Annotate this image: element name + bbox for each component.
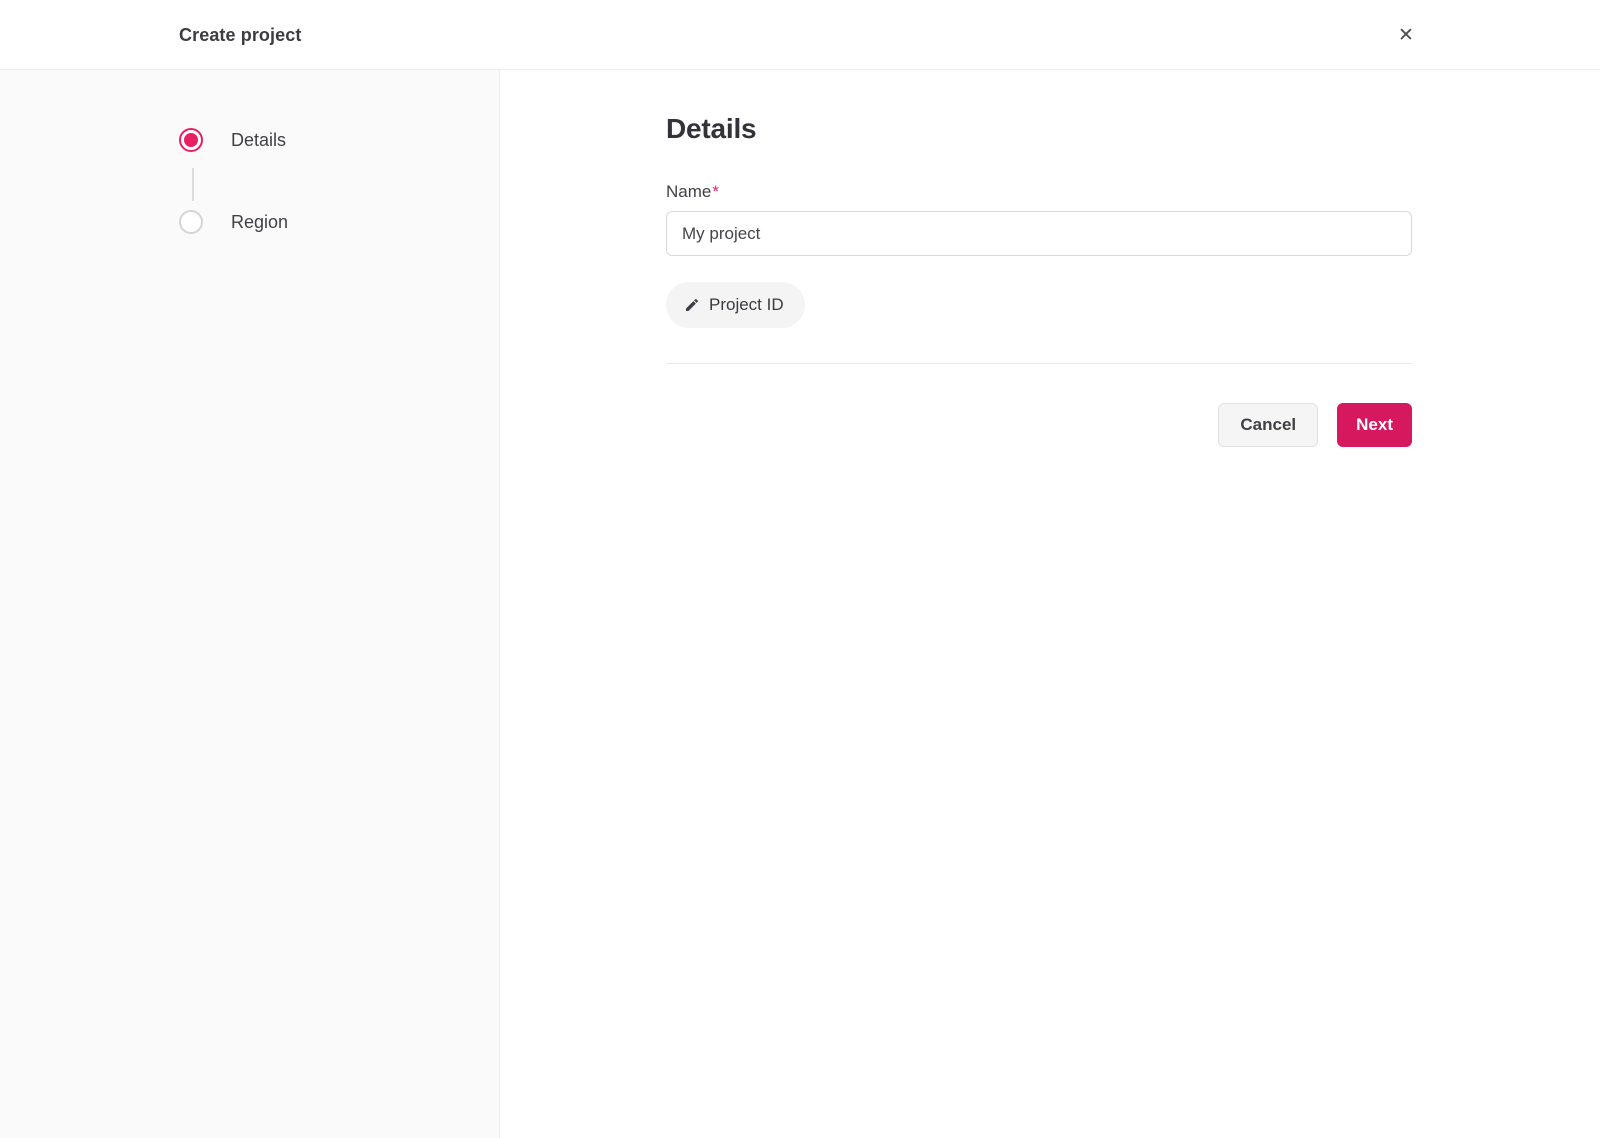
stepper-step-details[interactable]: Details	[179, 128, 286, 152]
name-label: Name*	[666, 182, 719, 202]
close-button[interactable]: ✕	[1387, 16, 1425, 54]
section-heading: Details	[666, 113, 757, 144]
step-label-region: Region	[231, 211, 289, 232]
name-input[interactable]	[666, 211, 1412, 256]
step-label-details: Details	[231, 129, 287, 150]
form-divider	[666, 363, 1412, 364]
modal-header: Create project ✕	[0, 0, 1600, 70]
step-inactive-radio-icon	[179, 210, 203, 234]
cancel-button[interactable]: Cancel	[1218, 403, 1319, 447]
name-label-text: Name	[666, 182, 712, 201]
pencil-icon	[686, 298, 699, 311]
next-button[interactable]: Next	[1337, 403, 1412, 447]
required-asterisk: *	[712, 182, 719, 201]
project-id-button-label: Project ID	[709, 295, 784, 314]
stepper-connector-line	[192, 168, 194, 201]
main-panel: Details Name* Project ID Cancel Next	[666, 70, 1412, 1138]
modal-title: Create project	[179, 25, 302, 45]
project-id-button[interactable]: Project ID	[666, 282, 805, 328]
action-bar: Cancel Next	[666, 403, 1412, 447]
step-active-radio-icon	[179, 128, 203, 152]
stepper-sidebar: Details Region	[0, 70, 500, 1138]
close-icon: ✕	[1398, 24, 1414, 46]
stepper-step-region[interactable]: Region	[179, 210, 288, 234]
radio-dot	[184, 133, 198, 147]
